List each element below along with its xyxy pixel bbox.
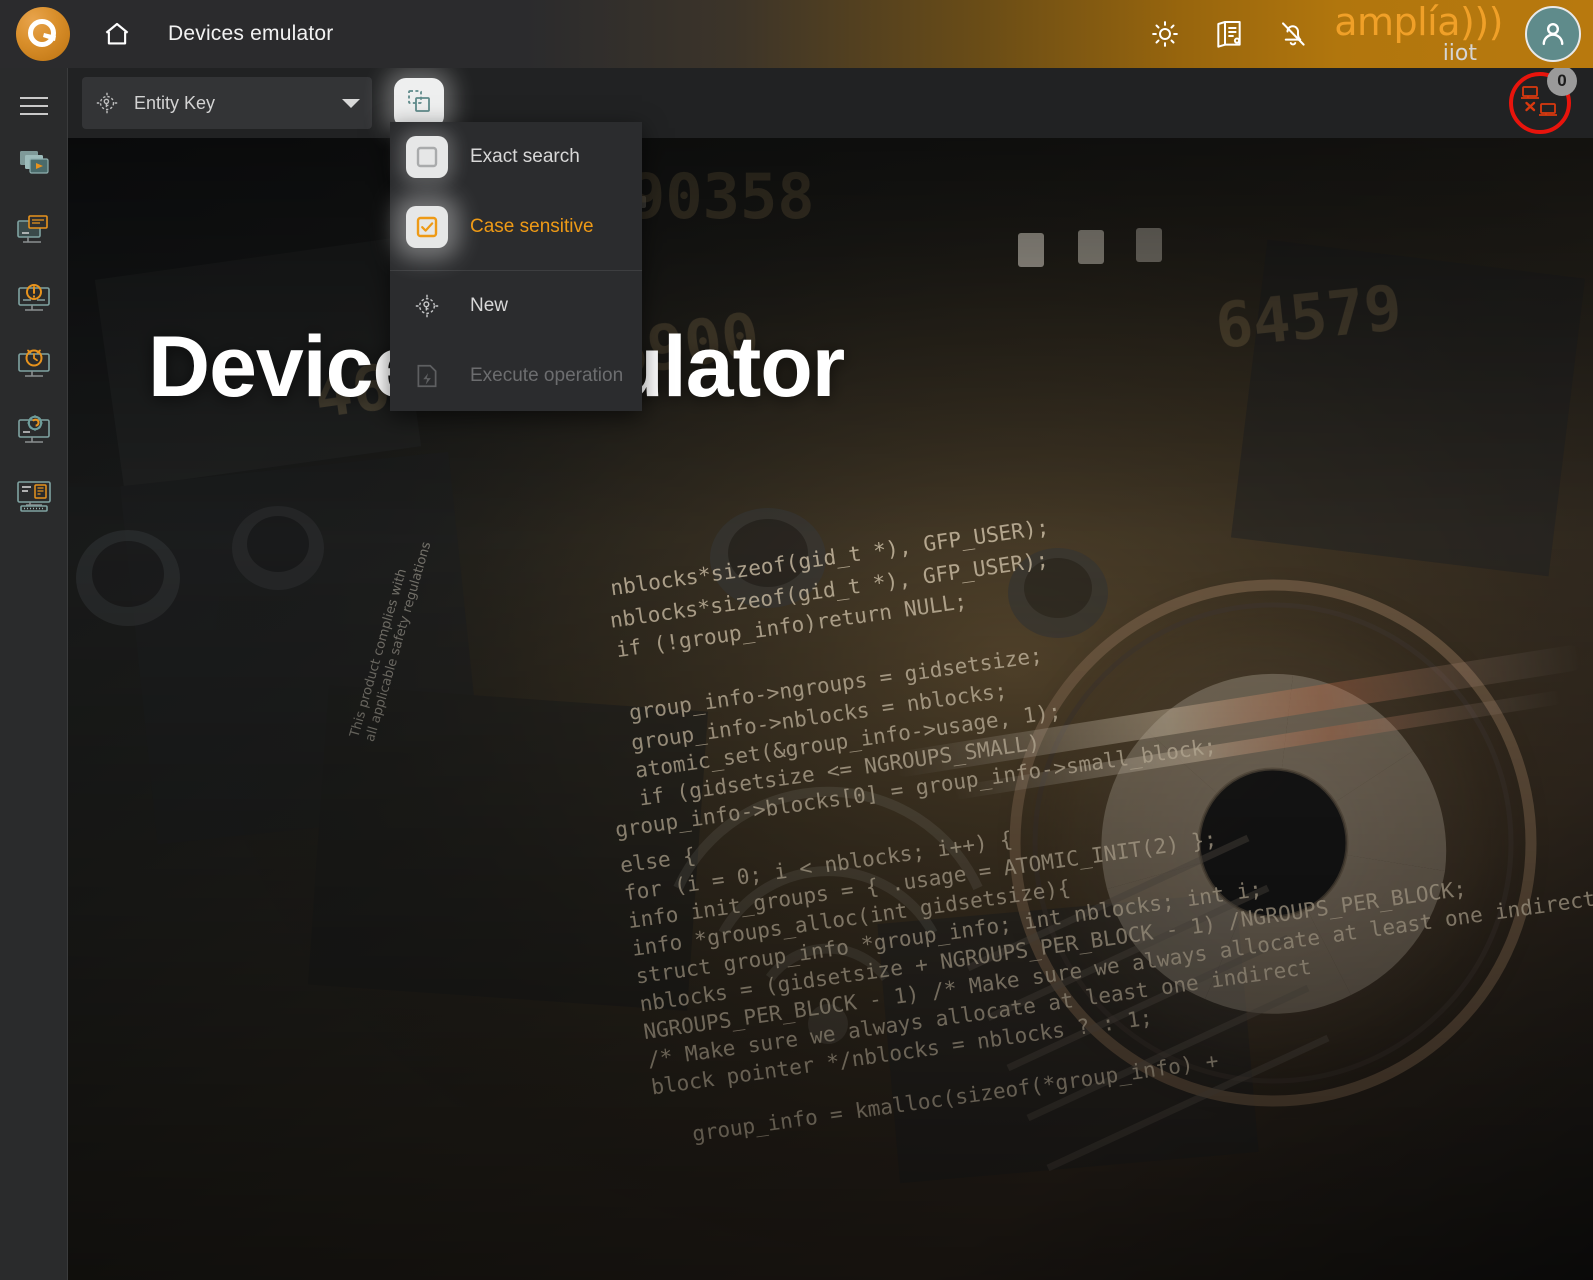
- duplicate-square-icon: [405, 87, 433, 120]
- amplia-q-logo-icon[interactable]: [16, 7, 70, 61]
- brand-name: amplía))): [1334, 0, 1503, 44]
- sidebar-item-alarms[interactable]: [8, 272, 60, 324]
- hero-background-image: 90358 64579 466001865900 nblocks*sizeof(…: [68, 138, 1593, 1280]
- page-title: Devices emulator: [168, 22, 334, 45]
- menu-item-label: Execute operation: [470, 365, 624, 386]
- sidebar-item-devices[interactable]: [8, 206, 60, 258]
- home-icon[interactable]: [94, 11, 140, 57]
- menu-item-execute-operation: Execute operation: [390, 341, 642, 411]
- brand-tagline: iiot: [1442, 41, 1477, 66]
- search-options-menu: Exact search Case sensitive New Execute …: [390, 122, 642, 411]
- menu-item-label: New: [470, 295, 509, 316]
- menu-item-label: Exact search: [470, 146, 580, 167]
- disconnected-count-badge: 0: [1547, 66, 1577, 96]
- checkbox-unchecked-icon[interactable]: [406, 136, 448, 178]
- entity-key-icon: [94, 90, 120, 116]
- hamburger-icon[interactable]: [14, 86, 54, 126]
- menu-item-label: Case sensitive: [470, 216, 594, 237]
- left-sidebar: [0, 68, 68, 1280]
- brand-logo: amplía))) iiot: [1334, 3, 1503, 65]
- execute-operation-icon: [406, 355, 448, 397]
- app-header: Devices emulator amplía))) iiot: [0, 0, 1593, 68]
- search-input-value: Entity Key: [134, 92, 216, 113]
- sidebar-item-terminal[interactable]: [8, 470, 60, 522]
- monitor-terminal-icon: [13, 473, 55, 520]
- sidebar-item-simulations[interactable]: [8, 140, 60, 192]
- monitor-card-icon: [13, 209, 55, 256]
- logbook-icon[interactable]: [1206, 11, 1252, 57]
- checkbox-checked-icon[interactable]: [406, 206, 448, 248]
- monitor-alert-icon: [13, 275, 55, 322]
- notifications-off-icon[interactable]: [1270, 11, 1316, 57]
- user-avatar-icon[interactable]: [1525, 6, 1581, 62]
- layers-play-icon: [14, 144, 54, 189]
- monitor-clock-icon: [13, 341, 55, 388]
- menu-gap: [390, 262, 642, 270]
- sidebar-item-scheduler[interactable]: [8, 338, 60, 390]
- app-root: Devices emulator amplía))) iiot Entity K…: [0, 0, 1593, 1280]
- sidebar-item-settings[interactable]: [8, 404, 60, 456]
- brightness-icon[interactable]: [1142, 11, 1188, 57]
- search-input[interactable]: Entity Key: [82, 77, 372, 129]
- search-options-toggle[interactable]: [394, 78, 444, 128]
- main-content: 90358 64579 466001865900 nblocks*sizeof(…: [68, 138, 1593, 1280]
- menu-item-new[interactable]: New: [390, 271, 642, 341]
- menu-item-exact-search[interactable]: Exact search: [390, 122, 642, 192]
- chevron-down-icon[interactable]: [342, 98, 360, 108]
- monitor-gear-icon: [13, 407, 55, 454]
- entity-key-icon: [406, 285, 448, 327]
- menu-item-case-sensitive[interactable]: Case sensitive: [390, 192, 642, 262]
- search-toolbar: Entity Key 0: [68, 66, 1593, 138]
- disconnected-devices-button[interactable]: 0: [1509, 66, 1577, 134]
